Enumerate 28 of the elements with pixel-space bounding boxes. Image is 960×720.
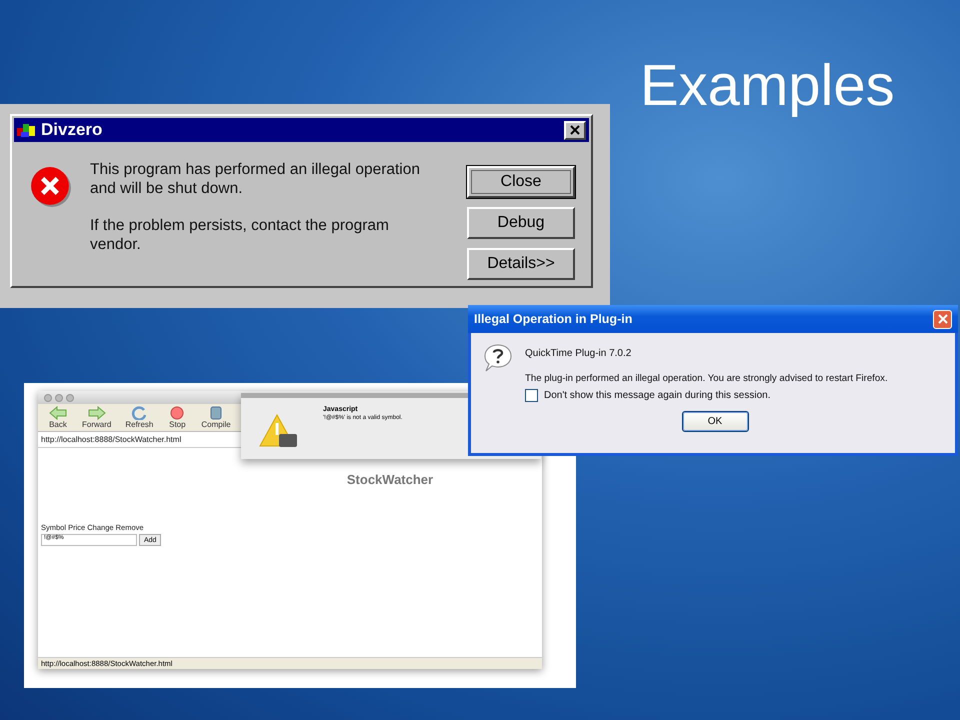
message-text: The plug-in performed an illegal operation. You are strongly advised to restart Firefox. <box>525 373 889 384</box>
page-heading: StockWatcher <box>346 472 434 487</box>
window-title: Divzero <box>41 120 104 140</box>
dialog-button[interactable]: Close <box>467 166 575 198</box>
slide-title: Examples <box>640 52 895 119</box>
close-icon <box>570 125 580 135</box>
toolbar-button[interactable]: Stop <box>161 406 194 429</box>
close-button[interactable] <box>564 120 586 140</box>
arrow-icon <box>48 406 68 420</box>
toolbar-button[interactable]: Refresh <box>119 406 160 429</box>
dialog-button[interactable]: Details>> <box>467 248 575 280</box>
app-icon <box>17 122 37 138</box>
arrow-icon <box>86 406 107 420</box>
warning-icon <box>259 414 299 448</box>
toolbar-button[interactable]: Forward <box>76 406 118 429</box>
window-title: Illegal Operation in Plug-in <box>474 312 634 326</box>
toolbar-button[interactable]: Compile <box>195 406 237 429</box>
close-icon <box>938 314 948 324</box>
error-icon <box>30 166 72 208</box>
checkbox[interactable] <box>525 389 538 402</box>
ok-button[interactable]: OK <box>682 411 748 432</box>
dialog-button[interactable]: Debug <box>467 207 575 239</box>
message-text: If the problem persists, contact the program vendor. <box>90 216 390 254</box>
toolbar-button[interactable]: Back <box>42 406 74 429</box>
checkbox-label: Don't show this message again during this session. <box>544 390 770 401</box>
question-bubble-icon <box>483 343 513 373</box>
plugin-name: QuickTime Plug-in 7.0.2 <box>525 348 632 359</box>
message-text: This program has performed an illegal operation and will be shut down. <box>90 160 421 198</box>
